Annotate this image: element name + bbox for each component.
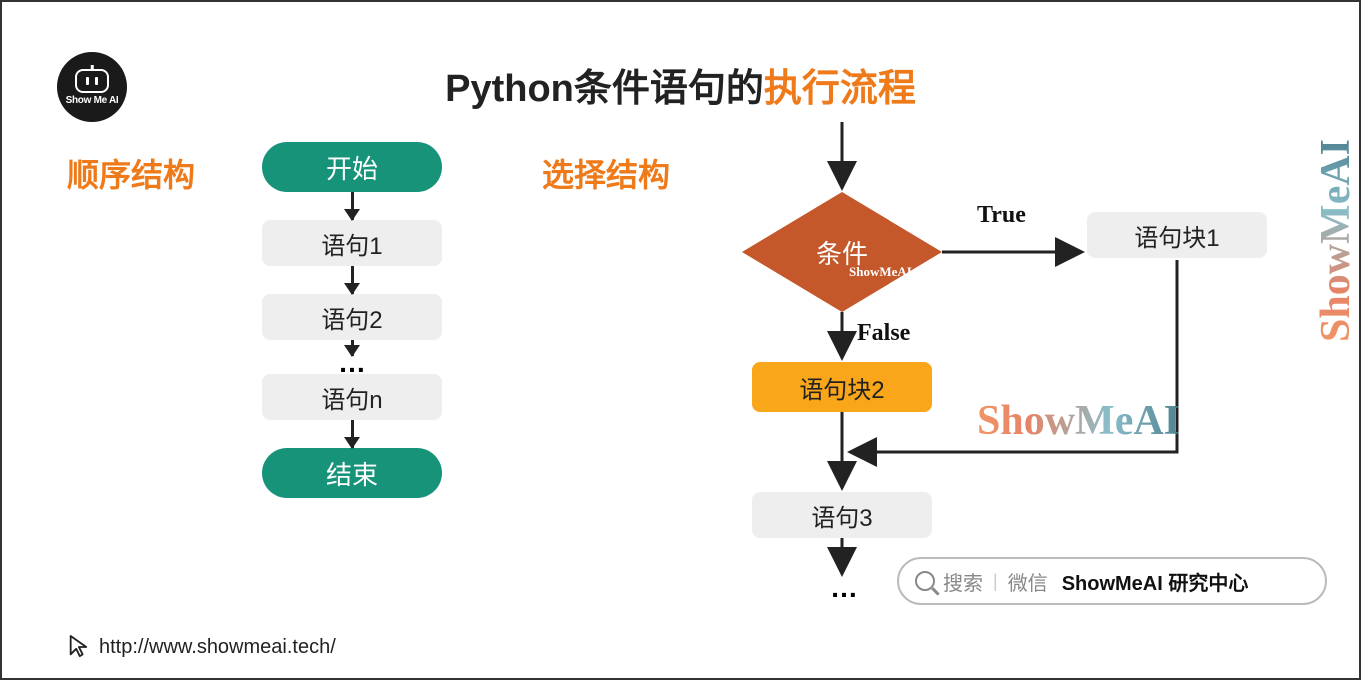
page-title: Python条件语句的执行流程 — [445, 57, 916, 112]
search-channel: 微信 — [1008, 567, 1048, 596]
ellipsis: … — [830, 572, 858, 604]
false-label: False — [857, 320, 910, 347]
statement-block-2: 语句块2 — [752, 362, 932, 412]
title-prefix: Python条件语句的 — [445, 68, 764, 110]
start-terminal: 开始 — [262, 142, 442, 192]
watermark-small: ShowMeAI — [849, 264, 912, 280]
arrow-down-icon — [351, 420, 354, 448]
title-highlight: 执行流程 — [764, 68, 916, 110]
separator: | — [993, 571, 998, 592]
section-label-selection: 选择结构 — [542, 150, 670, 196]
watermark-horizontal: ShowMeAI — [977, 397, 1180, 445]
arrow-down-icon — [351, 266, 354, 294]
section-label-sequential: 顺序结构 — [67, 150, 195, 196]
logo-text: Show Me AI — [66, 95, 119, 106]
ellipsis: … — [237, 356, 467, 374]
footer: http://www.showmeai.tech/ — [67, 634, 336, 660]
logo-badge: Show Me AI — [57, 52, 127, 122]
footer-url: http://www.showmeai.tech/ — [99, 636, 336, 659]
sequential-flowchart: 开始 语句1 语句2 … 语句n 结束 — [237, 142, 467, 498]
cursor-icon — [67, 634, 89, 660]
arrow-down-icon — [351, 192, 354, 220]
process-step-2: 语句2 — [262, 294, 442, 340]
statement-block-1: 语句块1 — [1087, 212, 1267, 258]
end-terminal: 结束 — [262, 448, 442, 498]
process-step-n: 语句n — [262, 374, 442, 420]
search-brand: ShowMeAI 研究中心 — [1062, 567, 1249, 596]
statement-3: 语句3 — [752, 492, 932, 538]
true-label: True — [977, 202, 1026, 229]
search-label: 搜索 — [943, 567, 983, 596]
search-icon — [915, 571, 935, 591]
robot-face-icon — [75, 69, 109, 93]
process-step-1: 语句1 — [262, 220, 442, 266]
watermark-vertical: ShowMeAI — [1312, 139, 1360, 342]
search-callout: 搜索 | 微信 ShowMeAI 研究中心 — [897, 557, 1327, 605]
arrow-down-icon — [351, 340, 354, 356]
